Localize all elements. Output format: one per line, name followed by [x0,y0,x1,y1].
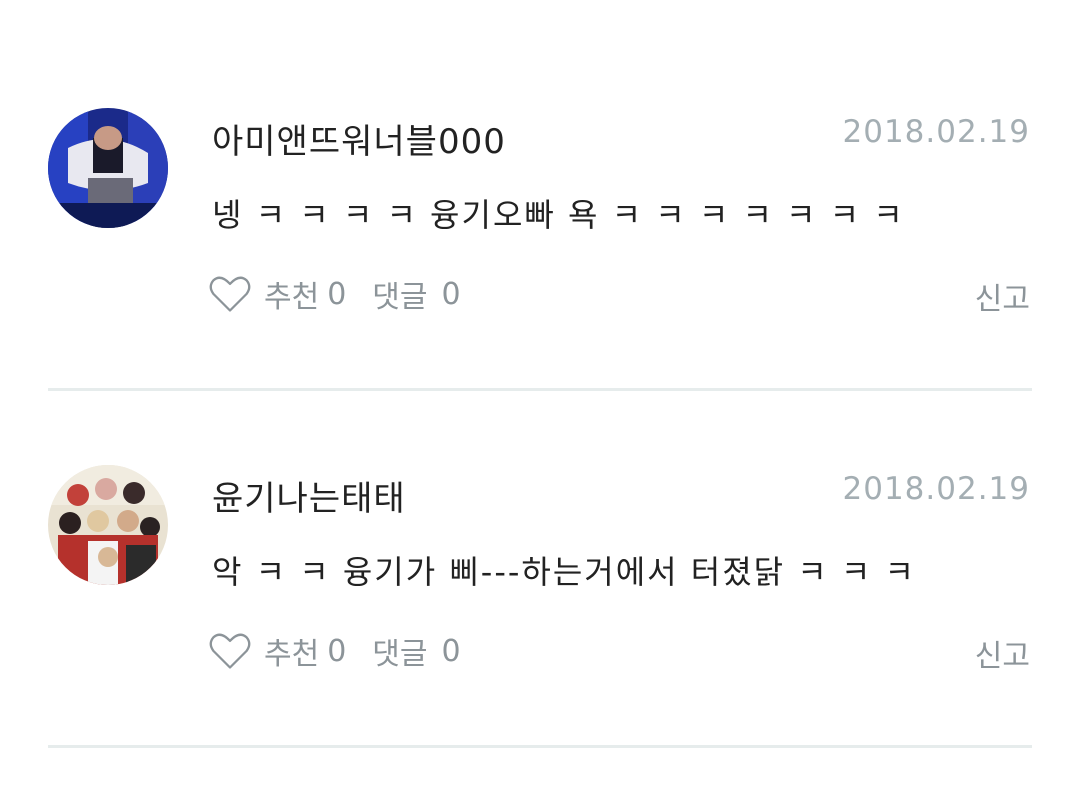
like-count: 0 [327,276,347,312]
username[interactable]: 윤기나는태태 [212,471,406,520]
like-count: 0 [327,633,347,669]
like-label[interactable]: 추천 [264,629,319,673]
avatar[interactable] [48,108,168,228]
comment-actions: 추천 0 댓글 0 [208,627,461,675]
username[interactable]: 아미앤뜨워너블000 [212,114,506,163]
comment-item: 아미앤뜨워너블000 2018.02.19 넹 ㅋ ㅋ ㅋ ㅋ 융기오빠 욕 ㅋ… [0,34,1080,391]
like-label[interactable]: 추천 [264,272,319,316]
reply-count: 0 [441,276,461,312]
avatar-image [48,465,168,585]
reply-label[interactable]: 댓글 [372,629,427,673]
report-button[interactable]: 신고 [975,631,1030,675]
comment-actions: 추천 0 댓글 0 [208,270,461,318]
reply-count: 0 [441,633,461,669]
comment-date: 2018.02.19 [842,114,1030,150]
avatar-image [48,108,168,228]
comment-item: 윤기나는태태 2018.02.19 악 ㅋ ㅋ 융기가 삐---하는거에서 터졌… [0,391,1080,748]
heart-outline-icon[interactable] [208,272,252,316]
divider [48,745,1032,748]
heart-outline-icon[interactable] [208,629,252,673]
report-button[interactable]: 신고 [975,274,1030,318]
avatar[interactable] [48,465,168,585]
reply-label[interactable]: 댓글 [372,272,427,316]
comment-text: 넹 ㅋ ㅋ ㅋ ㅋ 융기오빠 욕 ㅋ ㅋ ㅋ ㅋ ㅋ ㅋ ㅋ [212,196,905,234]
comment-text: 악 ㅋ ㅋ 융기가 삐---하는거에서 터졌닭 ㅋ ㅋ ㅋ [212,553,916,591]
comment-date: 2018.02.19 [842,471,1030,507]
